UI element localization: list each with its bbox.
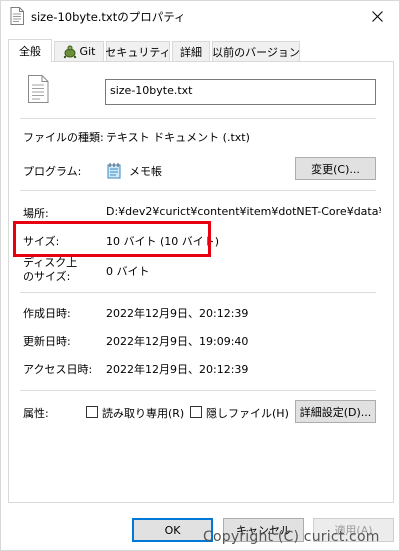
close-button[interactable] (357, 1, 397, 31)
modified-label: 更新日時: (23, 335, 71, 348)
created-label: 作成日時: (23, 307, 71, 320)
location-value: D:¥dev2¥curict¥content¥item¥dotNET-Core¥… (106, 205, 381, 218)
disk-size-value: 0 バイト (106, 265, 150, 278)
modified-value: 2022年12月9日、19:09:40 (106, 335, 249, 348)
window-title: size-10byte.txtのプロパティ (31, 10, 186, 24)
size-highlight-box (13, 221, 211, 257)
change-program-button[interactable]: 変更(C)... (295, 157, 376, 180)
type-label: ファイルの種類: (23, 131, 104, 144)
tab-details[interactable]: 詳細 (172, 41, 210, 61)
tab-general[interactable]: 全般 (8, 39, 52, 62)
disk-size-label: ディスク上 のサイズ: (23, 256, 77, 284)
text-file-icon (10, 7, 24, 25)
readonly-checkbox[interactable] (86, 406, 98, 418)
hidden-label[interactable]: 隠しファイル(H) (206, 405, 289, 421)
accessed-value: 2022年12月9日、20:12:39 (106, 363, 249, 376)
type-value: テキスト ドキュメント (.txt) (106, 131, 250, 144)
program-label: プログラム: (23, 165, 82, 178)
tab-git-label: Git (79, 45, 96, 58)
tab-details-label: 詳細 (180, 45, 202, 59)
divider (20, 390, 376, 391)
tab-previous-versions-label: 以前のバージョン (212, 45, 300, 59)
tab-general-label: 全般 (19, 45, 41, 58)
divider (20, 292, 376, 293)
tab-git[interactable]: Git (54, 41, 104, 61)
program-value: メモ帳 (129, 165, 162, 178)
file-name-input[interactable]: size-10byte.txt (105, 79, 376, 105)
title-bar: size-10byte.txtのプロパティ (1, 1, 399, 33)
divider (20, 190, 376, 191)
disk-size-label-line1: ディスク上 (23, 256, 78, 269)
copyright-watermark: Copyright (C) curict.com (203, 529, 380, 545)
tab-security-label: セキュリティ (105, 45, 171, 59)
advanced-attributes-button[interactable]: 詳細設定(D)... (295, 400, 376, 423)
attributes-label: 属性: (23, 407, 49, 420)
hidden-checkbox[interactable] (190, 406, 202, 418)
disk-size-label-line2: のサイズ: (23, 270, 71, 283)
properties-window: size-10byte.txtのプロパティ 全般 Git セキュリティ 詳細 以… (0, 0, 400, 551)
close-icon (371, 10, 383, 22)
text-document-icon (28, 75, 49, 103)
readonly-label[interactable]: 読み取り専用(R) (102, 405, 184, 421)
tab-security[interactable]: セキュリティ (105, 41, 171, 61)
notepad-icon (107, 163, 121, 179)
created-value: 2022年12月9日、20:12:39 (106, 307, 249, 320)
accessed-label: アクセス日時: (23, 363, 93, 376)
ok-button[interactable]: OK (132, 518, 213, 542)
tab-previous-versions[interactable]: 以前のバージョン (212, 41, 300, 61)
divider (20, 118, 376, 119)
tab-bar: 全般 Git セキュリティ 詳細 以前のバージョン (8, 39, 394, 62)
git-tortoise-icon (63, 45, 76, 58)
location-label: 場所: (23, 207, 49, 220)
